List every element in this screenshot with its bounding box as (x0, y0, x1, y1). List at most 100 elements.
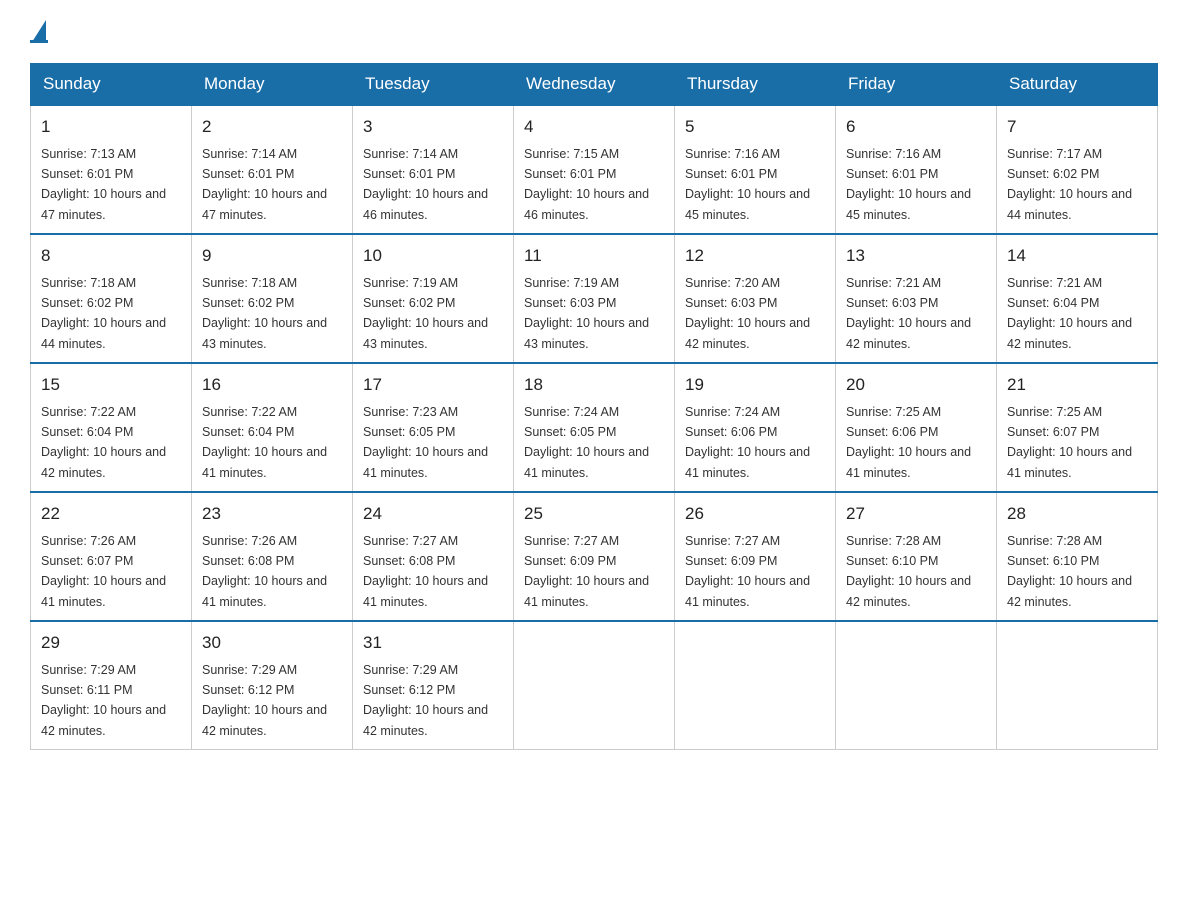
calendar-cell: 15 Sunrise: 7:22 AMSunset: 6:04 PMDayligh… (31, 363, 192, 492)
cell-details: Sunrise: 7:19 AMSunset: 6:03 PMDaylight:… (524, 276, 649, 351)
day-number: 11 (524, 243, 664, 269)
cell-details: Sunrise: 7:18 AMSunset: 6:02 PMDaylight:… (41, 276, 166, 351)
calendar-cell: 5Sunrise: 7:16 AMSunset: 6:01 PMDaylight… (675, 105, 836, 234)
day-number: 29 (41, 630, 181, 656)
calendar-day-header: Tuesday (353, 64, 514, 106)
calendar-cell: 1 Sunrise: 7:13 AMSunset: 6:01 PMDaylight… (31, 105, 192, 234)
day-number: 13 (846, 243, 986, 269)
calendar-cell (675, 621, 836, 750)
day-number: 23 (202, 501, 342, 527)
day-number: 9 (202, 243, 342, 269)
day-number: 19 (685, 372, 825, 398)
page-header (30, 20, 1158, 43)
calendar-cell (836, 621, 997, 750)
cell-details: Sunrise: 7:15 AMSunset: 6:01 PMDaylight:… (524, 147, 649, 222)
calendar-header-row: SundayMondayTuesdayWednesdayThursdayFrid… (31, 64, 1158, 106)
cell-details: Sunrise: 7:29 AMSunset: 6:11 PMDaylight:… (41, 663, 166, 738)
cell-details: Sunrise: 7:21 AMSunset: 6:04 PMDaylight:… (1007, 276, 1132, 351)
cell-details: Sunrise: 7:29 AMSunset: 6:12 PMDaylight:… (363, 663, 488, 738)
logo-triangle-icon (32, 20, 46, 42)
day-number: 10 (363, 243, 503, 269)
day-number: 4 (524, 114, 664, 140)
calendar-cell: 17 Sunrise: 7:23 AMSunset: 6:05 PMDayligh… (353, 363, 514, 492)
calendar-cell: 12 Sunrise: 7:20 AMSunset: 6:03 PMDayligh… (675, 234, 836, 363)
day-number: 28 (1007, 501, 1147, 527)
calendar-cell: 26 Sunrise: 7:27 AMSunset: 6:09 PMDayligh… (675, 492, 836, 621)
calendar-cell: 20Sunrise: 7:25 AMSunset: 6:06 PMDayligh… (836, 363, 997, 492)
calendar-table: SundayMondayTuesdayWednesdayThursdayFrid… (30, 63, 1158, 750)
day-number: 5 (685, 114, 825, 140)
cell-details: Sunrise: 7:20 AMSunset: 6:03 PMDaylight:… (685, 276, 810, 351)
day-number: 14 (1007, 243, 1147, 269)
day-number: 1 (41, 114, 181, 140)
day-number: 12 (685, 243, 825, 269)
calendar-day-header: Thursday (675, 64, 836, 106)
cell-details: Sunrise: 7:28 AMSunset: 6:10 PMDaylight:… (846, 534, 971, 609)
cell-details: Sunrise: 7:27 AMSunset: 6:09 PMDaylight:… (685, 534, 810, 609)
day-number: 6 (846, 114, 986, 140)
calendar-cell: 27 Sunrise: 7:28 AMSunset: 6:10 PMDayligh… (836, 492, 997, 621)
day-number: 8 (41, 243, 181, 269)
logo-underline (30, 40, 48, 43)
day-number: 16 (202, 372, 342, 398)
cell-details: Sunrise: 7:27 AMSunset: 6:08 PMDaylight:… (363, 534, 488, 609)
calendar-week-row: 1 Sunrise: 7:13 AMSunset: 6:01 PMDaylight… (31, 105, 1158, 234)
calendar-cell: 28 Sunrise: 7:28 AMSunset: 6:10 PMDayligh… (997, 492, 1158, 621)
cell-details: Sunrise: 7:26 AMSunset: 6:07 PMDaylight:… (41, 534, 166, 609)
cell-details: Sunrise: 7:21 AMSunset: 6:03 PMDaylight:… (846, 276, 971, 351)
calendar-cell: 18Sunrise: 7:24 AMSunset: 6:05 PMDayligh… (514, 363, 675, 492)
day-number: 25 (524, 501, 664, 527)
cell-details: Sunrise: 7:14 AMSunset: 6:01 PMDaylight:… (202, 147, 327, 222)
calendar-week-row: 22 Sunrise: 7:26 AMSunset: 6:07 PMDayligh… (31, 492, 1158, 621)
day-number: 26 (685, 501, 825, 527)
cell-details: Sunrise: 7:22 AMSunset: 6:04 PMDaylight:… (41, 405, 166, 480)
calendar-cell: 11 Sunrise: 7:19 AMSunset: 6:03 PMDayligh… (514, 234, 675, 363)
calendar-cell: 30 Sunrise: 7:29 AMSunset: 6:12 PMDayligh… (192, 621, 353, 750)
day-number: 21 (1007, 372, 1147, 398)
calendar-cell: 25 Sunrise: 7:27 AMSunset: 6:09 PMDayligh… (514, 492, 675, 621)
calendar-day-header: Wednesday (514, 64, 675, 106)
cell-details: Sunrise: 7:29 AMSunset: 6:12 PMDaylight:… (202, 663, 327, 738)
cell-details: Sunrise: 7:28 AMSunset: 6:10 PMDaylight:… (1007, 534, 1132, 609)
cell-details: Sunrise: 7:25 AMSunset: 6:06 PMDaylight:… (846, 405, 971, 480)
calendar-day-header: Sunday (31, 64, 192, 106)
calendar-day-header: Friday (836, 64, 997, 106)
day-number: 17 (363, 372, 503, 398)
calendar-cell: 6 Sunrise: 7:16 AMSunset: 6:01 PMDaylight… (836, 105, 997, 234)
cell-details: Sunrise: 7:17 AMSunset: 6:02 PMDaylight:… (1007, 147, 1132, 222)
calendar-cell (514, 621, 675, 750)
calendar-cell: 29 Sunrise: 7:29 AMSunset: 6:11 PMDayligh… (31, 621, 192, 750)
cell-details: Sunrise: 7:24 AMSunset: 6:05 PMDaylight:… (524, 405, 649, 480)
calendar-week-row: 8 Sunrise: 7:18 AMSunset: 6:02 PMDaylight… (31, 234, 1158, 363)
calendar-cell: 4 Sunrise: 7:15 AMSunset: 6:01 PMDaylight… (514, 105, 675, 234)
cell-details: Sunrise: 7:27 AMSunset: 6:09 PMDaylight:… (524, 534, 649, 609)
calendar-day-header: Monday (192, 64, 353, 106)
calendar-cell: 22 Sunrise: 7:26 AMSunset: 6:07 PMDayligh… (31, 492, 192, 621)
day-number: 22 (41, 501, 181, 527)
cell-details: Sunrise: 7:18 AMSunset: 6:02 PMDaylight:… (202, 276, 327, 351)
calendar-cell: 16 Sunrise: 7:22 AMSunset: 6:04 PMDayligh… (192, 363, 353, 492)
day-number: 31 (363, 630, 503, 656)
cell-details: Sunrise: 7:16 AMSunset: 6:01 PMDaylight:… (846, 147, 971, 222)
day-number: 24 (363, 501, 503, 527)
calendar-cell: 8 Sunrise: 7:18 AMSunset: 6:02 PMDaylight… (31, 234, 192, 363)
calendar-cell: 13 Sunrise: 7:21 AMSunset: 6:03 PMDayligh… (836, 234, 997, 363)
day-number: 2 (202, 114, 342, 140)
cell-details: Sunrise: 7:23 AMSunset: 6:05 PMDaylight:… (363, 405, 488, 480)
cell-details: Sunrise: 7:22 AMSunset: 6:04 PMDaylight:… (202, 405, 327, 480)
calendar-cell (997, 621, 1158, 750)
calendar-cell: 3Sunrise: 7:14 AMSunset: 6:01 PMDaylight… (353, 105, 514, 234)
day-number: 30 (202, 630, 342, 656)
day-number: 15 (41, 372, 181, 398)
day-number: 27 (846, 501, 986, 527)
calendar-cell: 9 Sunrise: 7:18 AMSunset: 6:02 PMDaylight… (192, 234, 353, 363)
calendar-cell: 24 Sunrise: 7:27 AMSunset: 6:08 PMDayligh… (353, 492, 514, 621)
cell-details: Sunrise: 7:14 AMSunset: 6:01 PMDaylight:… (363, 147, 488, 222)
cell-details: Sunrise: 7:19 AMSunset: 6:02 PMDaylight:… (363, 276, 488, 351)
calendar-cell: 19Sunrise: 7:24 AMSunset: 6:06 PMDayligh… (675, 363, 836, 492)
calendar-cell: 2 Sunrise: 7:14 AMSunset: 6:01 PMDaylight… (192, 105, 353, 234)
calendar-cell: 31 Sunrise: 7:29 AMSunset: 6:12 PMDayligh… (353, 621, 514, 750)
calendar-day-header: Saturday (997, 64, 1158, 106)
calendar-week-row: 15 Sunrise: 7:22 AMSunset: 6:04 PMDayligh… (31, 363, 1158, 492)
cell-details: Sunrise: 7:13 AMSunset: 6:01 PMDaylight:… (41, 147, 166, 222)
